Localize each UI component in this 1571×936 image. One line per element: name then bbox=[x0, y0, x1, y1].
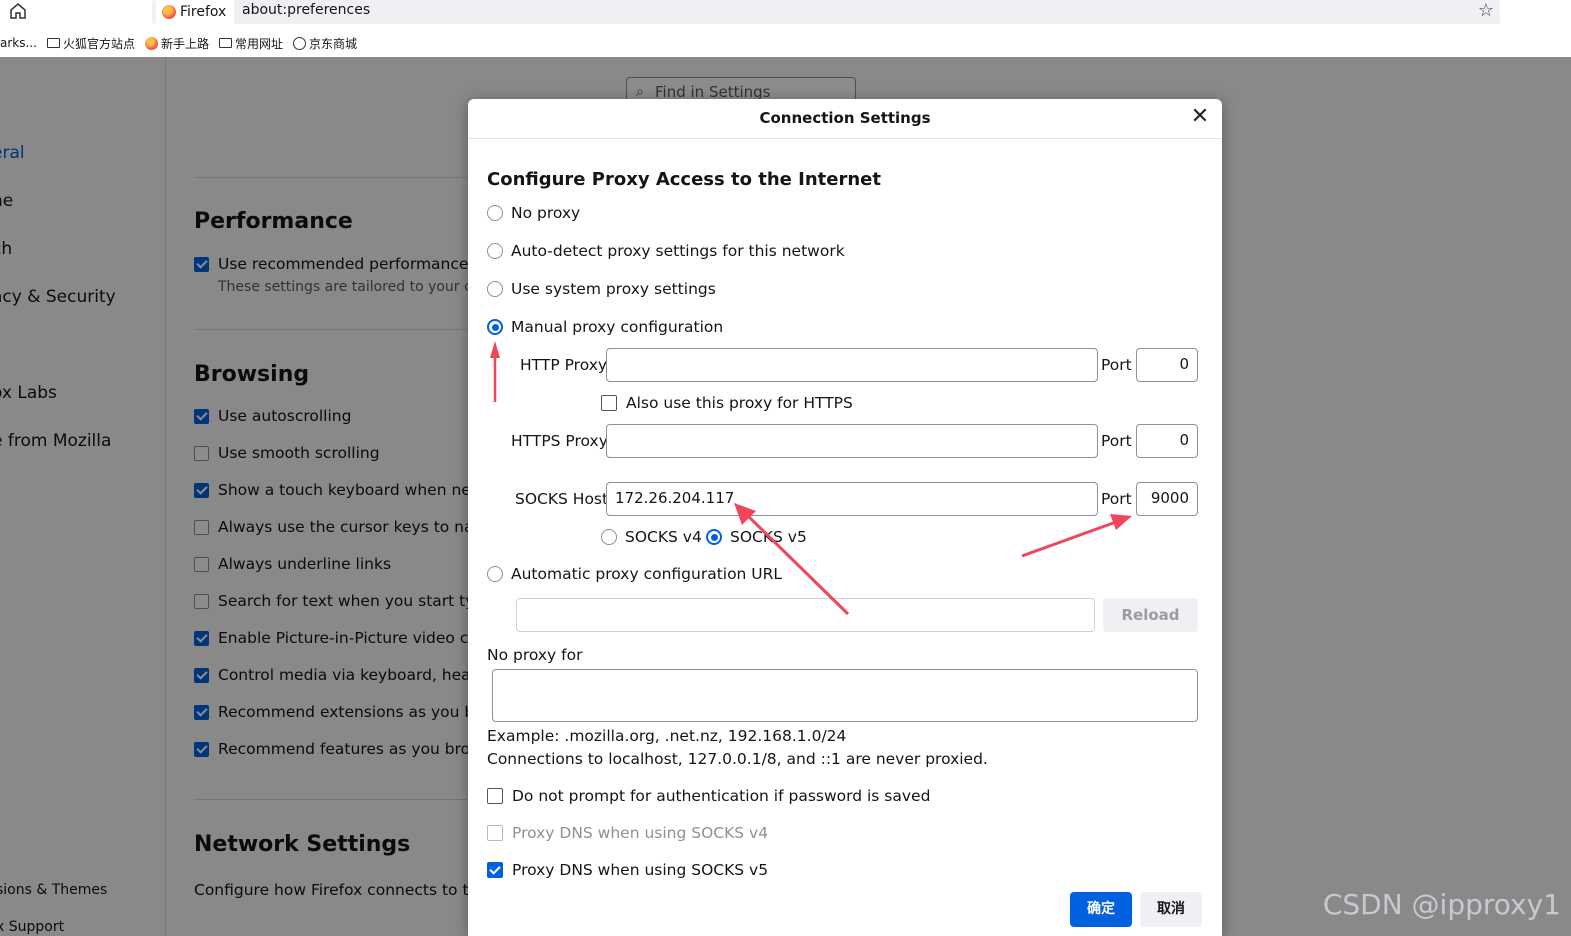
bookmark-item[interactable]: 常用网址 bbox=[218, 35, 283, 52]
https-proxy-label: HTTPS Proxy bbox=[511, 432, 608, 450]
socks-host-input[interactable]: 172.26.204.117 bbox=[606, 482, 1098, 516]
proxy-dns-v4-checkbox-row: Proxy DNS when using SOCKS v4 bbox=[487, 824, 768, 842]
auto-config-url-input[interactable] bbox=[516, 598, 1095, 632]
firefox-logo-icon bbox=[162, 5, 176, 19]
folder-icon bbox=[218, 38, 232, 48]
identity-box[interactable]: Firefox bbox=[156, 0, 235, 24]
no-proxy-example: Example: .mozilla.org, .net.nz, 192.168.… bbox=[487, 727, 847, 745]
https-port-label: Port bbox=[1101, 432, 1132, 450]
checkbox[interactable] bbox=[601, 395, 617, 411]
url-bar[interactable]: Firefox about:preferences ☆ bbox=[152, 0, 1500, 24]
no-proxy-for-textarea[interactable] bbox=[492, 669, 1198, 722]
also-https-checkbox-row[interactable]: Also use this proxy for HTTPS bbox=[601, 394, 853, 412]
reload-button[interactable]: Reload bbox=[1103, 598, 1198, 632]
dialog-title: Connection Settings bbox=[468, 99, 1222, 139]
radio-system-proxy[interactable]: Use system proxy settings bbox=[487, 280, 716, 298]
http-port-label: Port bbox=[1101, 356, 1132, 374]
radio-button[interactable] bbox=[601, 529, 617, 545]
home-icon[interactable] bbox=[8, 1, 28, 21]
no-prompt-auth-checkbox-row[interactable]: Do not prompt for authentication if pass… bbox=[487, 787, 930, 805]
radio-button[interactable] bbox=[487, 281, 503, 297]
connection-settings-dialog: Connection Settings ✕ Configure Proxy Ac… bbox=[468, 99, 1222, 936]
socks-port-label: Port bbox=[1101, 490, 1132, 508]
https-proxy-input[interactable] bbox=[606, 424, 1098, 458]
socks-port-input[interactable]: 9000 bbox=[1136, 482, 1198, 516]
radio-manual-proxy[interactable]: Manual proxy configuration bbox=[487, 318, 723, 336]
checkbox bbox=[487, 825, 503, 841]
http-proxy-label: HTTP Proxy bbox=[520, 356, 608, 374]
radio-button[interactable] bbox=[487, 243, 503, 259]
radio-auto-config-url[interactable]: Automatic proxy configuration URL bbox=[487, 565, 782, 583]
radio-button[interactable] bbox=[487, 566, 503, 582]
radio-button[interactable] bbox=[487, 205, 503, 221]
radio-socks-v5[interactable]: SOCKS v5 bbox=[706, 528, 807, 546]
bookmark-star-icon[interactable]: ☆ bbox=[1478, 1, 1494, 21]
globe-icon bbox=[292, 36, 306, 50]
close-icon[interactable]: ✕ bbox=[1190, 106, 1210, 128]
no-proxy-for-label: No proxy for bbox=[487, 646, 583, 664]
checkbox[interactable] bbox=[487, 862, 503, 878]
radio-socks-v4[interactable]: SOCKS v4 bbox=[601, 528, 702, 546]
radio-auto-detect[interactable]: Auto-detect proxy settings for this netw… bbox=[487, 242, 845, 260]
identity-label: Firefox bbox=[180, 4, 227, 20]
url-toolbar: Firefox about:preferences ☆ bbox=[0, 0, 1571, 27]
proxy-heading: Configure Proxy Access to the Internet bbox=[487, 169, 881, 190]
checkbox[interactable] bbox=[487, 788, 503, 804]
watermark-text: CSDN @ipproxy1 bbox=[1322, 888, 1561, 921]
bookmark-item[interactable]: 新手上路 bbox=[144, 35, 209, 52]
bookmarks-toolbar: arks... 火狐官方站点 新手上路 常用网址 京东商城 bbox=[0, 30, 1571, 56]
http-port-input[interactable]: 0 bbox=[1136, 348, 1198, 382]
bookmark-item[interactable]: 京东商城 bbox=[292, 35, 357, 52]
url-text[interactable]: about:preferences bbox=[242, 2, 370, 18]
bookmark-item[interactable]: 火狐官方站点 bbox=[46, 35, 135, 52]
ok-button[interactable]: 确定 bbox=[1070, 892, 1132, 927]
firefox-logo-icon bbox=[144, 36, 158, 50]
bookmark-item[interactable]: arks... bbox=[0, 36, 37, 50]
folder-icon bbox=[46, 38, 60, 48]
proxy-dns-v5-checkbox-row[interactable]: Proxy DNS when using SOCKS v5 bbox=[487, 861, 768, 879]
https-port-input[interactable]: 0 bbox=[1136, 424, 1198, 458]
localhost-note: Connections to localhost, 127.0.0.1/8, a… bbox=[487, 750, 988, 768]
socks-host-label: SOCKS Host bbox=[515, 490, 609, 508]
radio-button[interactable] bbox=[487, 319, 503, 335]
http-proxy-input[interactable] bbox=[606, 348, 1098, 382]
radio-no-proxy[interactable]: No proxy bbox=[487, 204, 580, 222]
cancel-button[interactable]: 取消 bbox=[1140, 892, 1202, 927]
radio-button[interactable] bbox=[706, 529, 722, 545]
